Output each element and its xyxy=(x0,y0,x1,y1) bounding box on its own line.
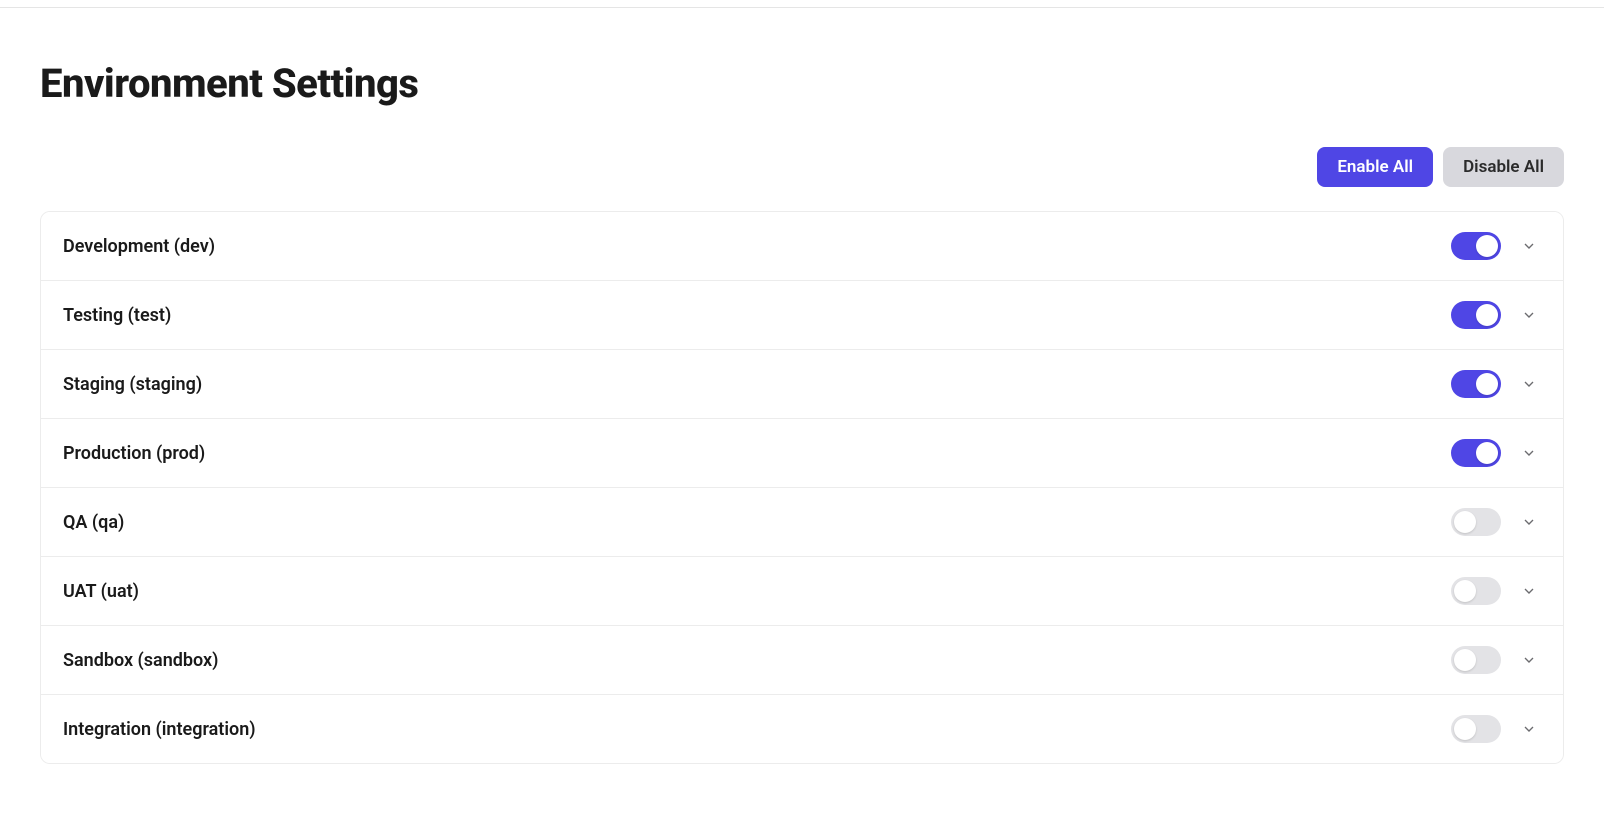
chevron-down-icon xyxy=(1521,652,1537,668)
environment-toggle[interactable] xyxy=(1451,508,1501,536)
environment-toggle[interactable] xyxy=(1451,370,1501,398)
environment-row: Sandbox (sandbox) xyxy=(41,626,1563,695)
row-controls xyxy=(1451,577,1539,605)
expand-row-button[interactable] xyxy=(1519,374,1539,394)
environment-row: Integration (integration) xyxy=(41,695,1563,763)
toggle-knob xyxy=(1476,442,1498,464)
environment-toggle[interactable] xyxy=(1451,646,1501,674)
toggle-knob xyxy=(1476,373,1498,395)
chevron-down-icon xyxy=(1521,721,1537,737)
disable-all-button[interactable]: Disable All xyxy=(1443,147,1564,187)
row-controls xyxy=(1451,301,1539,329)
environment-label: Production (prod) xyxy=(63,443,205,464)
environment-row: Staging (staging) xyxy=(41,350,1563,419)
enable-all-button[interactable]: Enable All xyxy=(1317,147,1433,187)
environment-label: Development (dev) xyxy=(63,236,215,257)
row-controls xyxy=(1451,508,1539,536)
environment-label: Testing (test) xyxy=(63,305,171,326)
expand-row-button[interactable] xyxy=(1519,305,1539,325)
environment-row: Testing (test) xyxy=(41,281,1563,350)
environment-row: UAT (uat) xyxy=(41,557,1563,626)
toggle-knob xyxy=(1476,304,1498,326)
expand-row-button[interactable] xyxy=(1519,650,1539,670)
top-header-border xyxy=(0,0,1604,8)
toggle-knob xyxy=(1454,580,1476,602)
row-controls xyxy=(1451,646,1539,674)
chevron-down-icon xyxy=(1521,514,1537,530)
environment-label: Staging (staging) xyxy=(63,374,202,395)
expand-row-button[interactable] xyxy=(1519,581,1539,601)
environment-toggle[interactable] xyxy=(1451,577,1501,605)
environment-row: QA (qa) xyxy=(41,488,1563,557)
environment-toggle[interactable] xyxy=(1451,301,1501,329)
environment-row: Development (dev) xyxy=(41,212,1563,281)
environment-label: QA (qa) xyxy=(63,512,124,533)
expand-row-button[interactable] xyxy=(1519,443,1539,463)
chevron-down-icon xyxy=(1521,307,1537,323)
chevron-down-icon xyxy=(1521,238,1537,254)
expand-row-button[interactable] xyxy=(1519,236,1539,256)
environment-list: Development (dev) Testing (test) Staging (… xyxy=(40,211,1564,764)
expand-row-button[interactable] xyxy=(1519,512,1539,532)
chevron-down-icon xyxy=(1521,583,1537,599)
toggle-knob xyxy=(1454,718,1476,740)
chevron-down-icon xyxy=(1521,376,1537,392)
environment-label: UAT (uat) xyxy=(63,581,139,602)
toggle-knob xyxy=(1454,511,1476,533)
page-title: Environment Settings xyxy=(40,60,1564,107)
row-controls xyxy=(1451,439,1539,467)
environment-row: Production (prod) xyxy=(41,419,1563,488)
expand-row-button[interactable] xyxy=(1519,719,1539,739)
chevron-down-icon xyxy=(1521,445,1537,461)
bulk-actions-row: Enable All Disable All xyxy=(40,147,1564,187)
settings-container: Environment Settings Enable All Disable … xyxy=(0,0,1604,764)
environment-toggle[interactable] xyxy=(1451,439,1501,467)
row-controls xyxy=(1451,232,1539,260)
toggle-knob xyxy=(1476,235,1498,257)
environment-toggle[interactable] xyxy=(1451,715,1501,743)
environment-toggle[interactable] xyxy=(1451,232,1501,260)
environment-label: Sandbox (sandbox) xyxy=(63,650,218,671)
toggle-knob xyxy=(1454,649,1476,671)
environment-label: Integration (integration) xyxy=(63,719,256,740)
row-controls xyxy=(1451,370,1539,398)
row-controls xyxy=(1451,715,1539,743)
